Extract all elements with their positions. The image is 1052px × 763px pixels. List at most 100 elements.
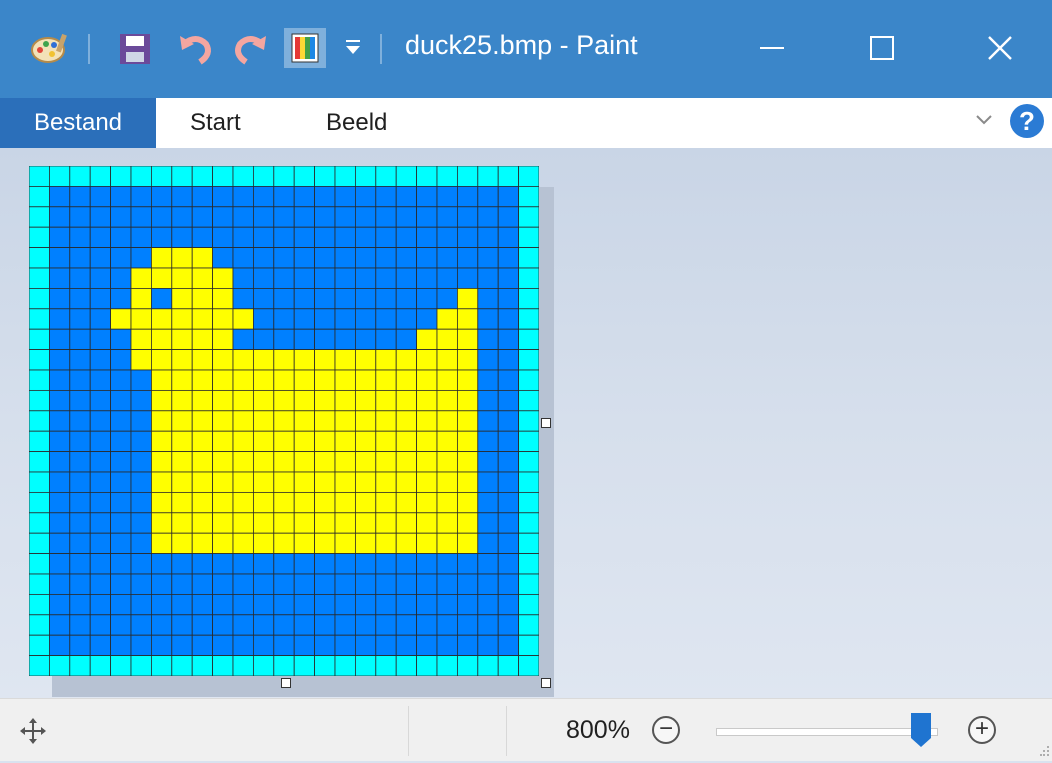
pixel-cell	[89, 349, 112, 371]
pixel-cell	[477, 206, 499, 228]
undo-icon[interactable]	[178, 32, 214, 71]
pixel-cell	[334, 288, 356, 310]
pixel-cell	[130, 247, 152, 269]
zoom-out-icon[interactable]: −	[652, 716, 680, 744]
resize-handle-bottom[interactable]	[281, 678, 291, 688]
customize-dropdown-icon[interactable]	[344, 38, 362, 63]
redo-icon[interactable]	[232, 32, 268, 71]
pixel-cell	[314, 491, 336, 514]
pixel-cell	[477, 389, 499, 412]
menu-item-bestand[interactable]: Bestand	[0, 98, 156, 148]
pixel-cell	[252, 410, 275, 432]
zoom-slider-track[interactable]	[716, 728, 938, 736]
menu-item-start[interactable]: Start	[190, 98, 241, 148]
pixel-cell	[416, 369, 438, 391]
resize-handle-right[interactable]	[541, 418, 551, 428]
pixel-cell	[354, 634, 377, 657]
pixel-cell	[29, 166, 50, 187]
pixel-cell	[110, 430, 132, 453]
pixel-cell	[110, 166, 132, 187]
pixel-cell	[456, 491, 479, 514]
pixel-cell	[69, 369, 91, 391]
chevron-down-icon[interactable]	[975, 108, 993, 135]
pixel-cell	[232, 226, 254, 249]
pixel-cell	[232, 369, 254, 391]
pixel-cell	[252, 512, 275, 534]
pixel-cell	[171, 573, 193, 595]
pixel-cell	[293, 614, 316, 636]
pixel-cell	[232, 532, 254, 555]
pixel-cell	[212, 226, 234, 249]
pixel-cell	[110, 491, 132, 514]
edit-colors-icon[interactable]	[284, 28, 326, 73]
pixel-cell	[416, 573, 438, 595]
paint-palette-icon[interactable]	[30, 32, 68, 69]
resize-handle-corner[interactable]	[541, 678, 551, 688]
pixel-cell	[130, 410, 152, 432]
pixel-cell	[191, 369, 213, 391]
pixel-cell	[518, 532, 539, 555]
pixel-cell	[69, 349, 91, 371]
pixel-cell	[29, 226, 50, 249]
pixel-cell	[354, 206, 377, 228]
minimize-icon[interactable]	[742, 20, 802, 76]
pixel-cell	[191, 512, 213, 534]
pixel-cell	[212, 451, 234, 473]
resize-grip-icon[interactable]	[1040, 744, 1050, 763]
pixel-cell	[48, 349, 71, 371]
drawing-canvas[interactable]	[29, 166, 539, 676]
pixel-cell	[497, 328, 520, 350]
pixel-cell	[416, 206, 438, 228]
pixel-cell	[477, 226, 499, 249]
move-cursor-icon	[20, 718, 46, 749]
pixel-cell	[29, 308, 50, 330]
pixel-cell	[477, 166, 499, 187]
pixel-cell	[89, 491, 112, 514]
menu-item-beeld[interactable]: Beeld	[326, 98, 387, 148]
close-icon[interactable]	[970, 20, 1030, 76]
pixel-cell	[232, 655, 254, 676]
pixel-cell	[273, 328, 295, 350]
help-icon[interactable]: ?	[1010, 104, 1044, 138]
pixel-cell	[436, 593, 458, 616]
pixel-cell	[456, 512, 479, 534]
pixel-cell	[293, 267, 316, 289]
pixel-cell	[395, 614, 418, 636]
zoom-slider-thumb[interactable]	[910, 712, 932, 748]
pixel-cell	[436, 226, 458, 249]
pixel-cell	[436, 288, 458, 310]
pixel-cell	[314, 369, 336, 391]
pixel-cell	[416, 512, 438, 534]
zoom-in-icon[interactable]: +	[968, 716, 996, 744]
pixel-cell	[436, 267, 458, 289]
pixel-cell	[48, 410, 71, 432]
pixel-cell	[212, 288, 234, 310]
pixel-cell	[395, 491, 418, 514]
pixel-cell	[436, 634, 458, 657]
pixel-cell	[110, 328, 132, 350]
pixel-cell	[171, 185, 193, 208]
maximize-icon[interactable]	[852, 20, 912, 76]
pixel-cell	[456, 267, 479, 289]
pixel-cell	[130, 185, 152, 208]
pixel-cell	[89, 369, 112, 391]
pixel-cell	[171, 593, 193, 616]
pixel-cell	[48, 573, 71, 595]
pixel-cell	[151, 410, 173, 432]
pixel-cell	[436, 328, 458, 350]
pixel-cell	[518, 634, 539, 657]
pixel-cell	[293, 593, 316, 616]
pixel-cell	[252, 308, 275, 330]
pixel-cell	[416, 634, 438, 657]
pixel-cell	[395, 471, 418, 493]
pixel-cell	[48, 553, 71, 575]
pixel-cell	[191, 471, 213, 493]
pixel-cell	[212, 634, 234, 657]
pixel-cell	[110, 471, 132, 493]
pixel-cell	[252, 185, 275, 208]
save-icon[interactable]	[118, 32, 152, 71]
pixel-cell	[477, 369, 499, 391]
pixel-cell	[171, 206, 193, 228]
pixel-cell	[110, 369, 132, 391]
pixel-cell	[89, 532, 112, 555]
